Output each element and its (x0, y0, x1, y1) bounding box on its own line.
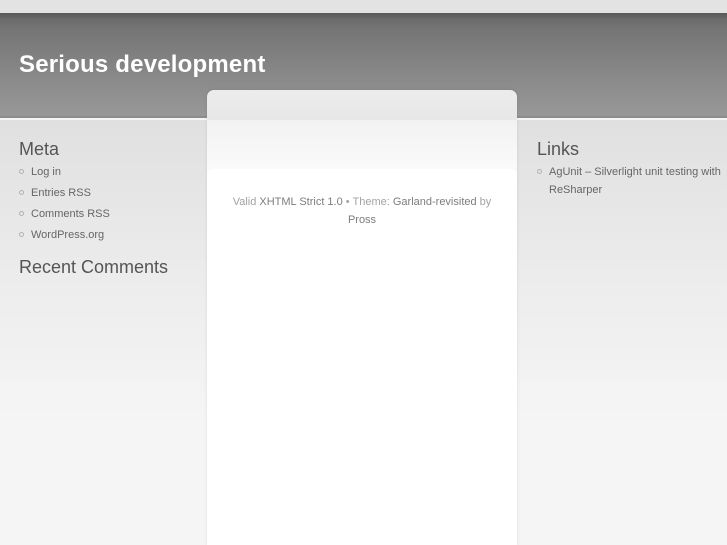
content-area: Valid XHTML Strict 1.0 • Theme: Garland-… (207, 169, 517, 545)
widget-recent-comments: Recent Comments (19, 258, 199, 276)
sidebar-left: Meta Log in Entries RSS Comments RSS Wor… (19, 140, 199, 276)
sidebar-item-agunit[interactable]: AgUnit – Silverlight unit testing with R… (537, 163, 722, 199)
footer-link-pross[interactable]: Pross (348, 214, 376, 226)
sidebar-item-label: Comments RSS (31, 208, 110, 220)
hollow-circle-bullet-icon (19, 232, 24, 237)
page-top-strip (0, 0, 727, 13)
content-column-fade (207, 120, 517, 173)
site-title-link[interactable]: Serious development (19, 51, 266, 79)
footer-link-xhtml[interactable]: XHTML Strict 1.0 (259, 196, 342, 208)
meta-list: Log in Entries RSS Comments RSS WordPres… (19, 163, 199, 244)
footer-text-valid: Valid (232, 196, 260, 208)
content-column: Valid XHTML Strict 1.0 • Theme: Garland-… (207, 90, 517, 545)
links-list: AgUnit – Silverlight unit testing with R… (537, 163, 722, 199)
widget-title-links: Links (537, 139, 580, 159)
content-column-top-band (207, 90, 517, 120)
sidebar-item-log-in[interactable]: Log in (19, 163, 199, 181)
sidebar-item-label: Entries RSS (31, 187, 91, 199)
widget-links: Links AgUnit – Silverlight unit testing … (537, 140, 722, 199)
footer-link-garland-theme[interactable]: Garland-revisited (393, 196, 477, 208)
sidebar-item-label: Log in (31, 166, 61, 178)
sidebar-item-label: WordPress.org (31, 229, 105, 241)
widget-title-meta: Meta (19, 139, 60, 159)
footer-text-theme: • Theme: (342, 196, 393, 208)
widget-meta: Meta Log in Entries RSS Comments RSS Wor… (19, 140, 199, 244)
sidebar-item-comments-rss[interactable]: Comments RSS (19, 205, 199, 223)
sidebar-item-label: AgUnit – Silverlight unit testing with R… (549, 166, 721, 196)
footer-credits: Valid XHTML Strict 1.0 • Theme: Garland-… (226, 193, 498, 229)
sidebar-item-entries-rss[interactable]: Entries RSS (19, 184, 199, 202)
sidebar-right: Links AgUnit – Silverlight unit testing … (537, 140, 722, 213)
sidebar-item-wordpress-org[interactable]: WordPress.org (19, 226, 199, 244)
hollow-circle-bullet-icon (19, 190, 24, 195)
hollow-circle-bullet-icon (537, 169, 542, 174)
widget-title-recent-comments: Recent Comments (19, 257, 169, 277)
footer-text-by: by (476, 196, 492, 208)
hollow-circle-bullet-icon (19, 169, 24, 174)
hollow-circle-bullet-icon (19, 211, 24, 216)
